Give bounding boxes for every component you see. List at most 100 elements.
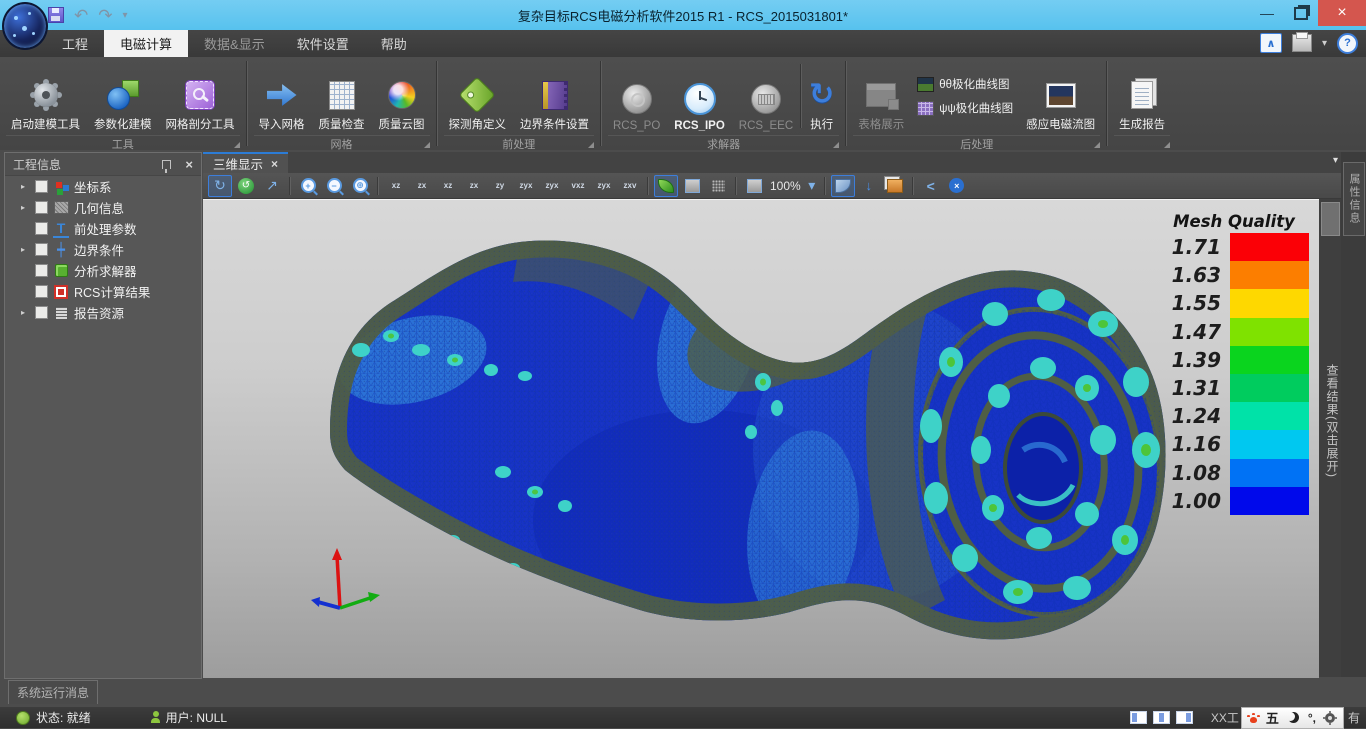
view-iso4-button[interactable]: zyx	[592, 175, 616, 197]
checkbox[interactable]	[35, 201, 48, 214]
view-iso5-button[interactable]: zxv	[618, 175, 642, 197]
shaded-leaf-icon[interactable]	[654, 175, 678, 197]
rcs-eec-button[interactable]: RCS_EEC	[732, 60, 800, 132]
boundary-settings-button[interactable]: 边界条件设置	[513, 60, 596, 132]
rcs-ipo-button[interactable]: RCS_IPO	[667, 60, 732, 132]
points-grid-icon[interactable]	[706, 175, 730, 197]
tag-icon	[459, 77, 496, 114]
help-icon[interactable]: ?	[1337, 33, 1358, 54]
ribbon-group-mesh: 导入网格 质量检查 质量云图 网格	[248, 57, 436, 150]
minimize-button[interactable]: —	[1250, 0, 1284, 26]
property-info-tab[interactable]: 属性信息	[1343, 162, 1365, 236]
tree-item-boundary-conditions[interactable]: ▸ ┿ 边界条件	[5, 239, 201, 260]
checkbox[interactable]	[35, 180, 48, 193]
ime-toolbar[interactable]: 五 °,	[1241, 707, 1344, 729]
layers-icon[interactable]	[883, 175, 907, 197]
tab-em-compute[interactable]: 电磁计算	[104, 30, 188, 57]
rcs-po-button[interactable]: RCS_PO	[606, 60, 667, 132]
mesh-tool-button[interactable]: 网格剖分工具	[159, 60, 242, 132]
results-side-strip[interactable]: 查看结果(双击展开)	[1319, 199, 1341, 677]
table-view-button[interactable]: 表格展示	[851, 60, 911, 132]
close-button[interactable]: ×	[1318, 0, 1366, 26]
tab-close-icon[interactable]: ×	[271, 157, 278, 171]
execute-button[interactable]: ↻ 执行	[802, 60, 841, 132]
expand-arrow-icon[interactable]: ▸	[21, 308, 25, 317]
psi-curve-button[interactable]: ψψ极化曲线图	[917, 100, 1013, 116]
pin-icon[interactable]	[162, 160, 171, 169]
punctuation-label[interactable]: °,	[1308, 711, 1316, 725]
tree-item-rcs-results[interactable]: RCS计算结果	[5, 281, 201, 302]
orbit-refresh-icon[interactable]: ↺	[234, 175, 258, 197]
ime-wubi-label[interactable]: 五	[1266, 708, 1279, 727]
cancel-circle-icon[interactable]: ×	[945, 175, 969, 197]
collapse-ribbon-icon[interactable]: ∧	[1260, 33, 1282, 53]
checkbox[interactable]	[35, 222, 48, 235]
view-xz2-button[interactable]: xz	[436, 175, 460, 197]
tree-item-solver[interactable]: 分析求解器	[5, 260, 201, 281]
system-messages-tab[interactable]: 系统运行消息	[8, 680, 98, 704]
window-style-icon[interactable]	[1292, 34, 1312, 52]
zoom-level-value[interactable]: 100%	[770, 179, 801, 193]
tab-project[interactable]: 工程	[46, 30, 104, 57]
import-mesh-button[interactable]: 导入网格	[252, 60, 312, 132]
tree-item-coordinate-system[interactable]: ▸ 坐标系	[5, 176, 201, 197]
strip-scroll-thumb[interactable]	[1321, 202, 1340, 236]
rotate-view-icon[interactable]: ↻	[208, 175, 232, 197]
zoom-in-icon[interactable]: +	[296, 175, 320, 197]
em-current-map-button[interactable]: 感应电磁流图	[1019, 60, 1102, 132]
moon-icon[interactable]	[1288, 712, 1299, 723]
view-iso2-button[interactable]: zyx	[540, 175, 564, 197]
layout-right-icon[interactable]	[1176, 711, 1193, 724]
arrow-down-icon[interactable]: ↓	[857, 175, 881, 197]
view-xz-button[interactable]: xz	[384, 175, 408, 197]
probe-angle-button[interactable]: 探测角定义	[442, 60, 514, 132]
tab-data-display[interactable]: 数据&显示	[188, 30, 281, 57]
pan-view-icon[interactable]: ↗	[260, 175, 284, 197]
app-logo[interactable]	[2, 2, 48, 50]
tree-item-preprocess-params[interactable]: T 前处理参数	[5, 218, 201, 239]
zoom-fit-icon[interactable]: ⊕	[348, 175, 372, 197]
view-zx-button[interactable]: zx	[410, 175, 434, 197]
text-param-icon: T	[53, 220, 69, 238]
layout-left-icon[interactable]	[1130, 711, 1147, 724]
parametric-modeling-button[interactable]: 参数化建模	[87, 60, 159, 132]
style-caret-icon[interactable]: ▾	[1322, 38, 1327, 49]
checkbox[interactable]	[35, 243, 48, 256]
layout-center-icon[interactable]	[1153, 711, 1170, 724]
menu-bar: 工程 电磁计算 数据&显示 软件设置 帮助	[0, 30, 1366, 57]
viewport-3d[interactable]: Mesh Quality 1.71 1.63 1.55 1.47 1.39 1.…	[203, 199, 1319, 678]
view-iso1-button[interactable]: zyx	[514, 175, 538, 197]
tree-item-report-resources[interactable]: ▸ 报告资源	[5, 302, 201, 323]
tab-help[interactable]: 帮助	[365, 30, 423, 57]
zoom-out-icon[interactable]: −	[322, 175, 346, 197]
restore-button[interactable]	[1284, 0, 1318, 26]
ime-gear-icon[interactable]	[1325, 713, 1335, 723]
quality-cloud-button[interactable]: 质量云图	[372, 60, 432, 132]
wireframe-icon[interactable]	[680, 175, 704, 197]
checkbox[interactable]	[35, 306, 48, 319]
expand-arrow-icon[interactable]: ▸	[21, 182, 25, 191]
share-icon[interactable]: <	[919, 175, 943, 197]
tree-item-geometry-info[interactable]: ▸ 几何信息	[5, 197, 201, 218]
view-zx2-button[interactable]: zx	[462, 175, 486, 197]
tab-settings[interactable]: 软件设置	[281, 30, 365, 57]
tabbar-caret-icon[interactable]: ▾	[1333, 155, 1338, 166]
checkbox[interactable]	[35, 285, 48, 298]
zoom-level-caret-icon[interactable]: ▾	[805, 175, 819, 197]
expand-arrow-icon[interactable]: ▸	[21, 203, 25, 212]
panel-close-icon[interactable]: ×	[185, 157, 193, 172]
launch-modeler-button[interactable]: 启动建模工具	[4, 60, 87, 132]
zoom-box-icon[interactable]	[742, 175, 766, 197]
generate-report-button[interactable]: 生成报告	[1112, 60, 1172, 132]
quality-check-button[interactable]: 质量检查	[312, 60, 372, 132]
solver-po-icon	[622, 84, 652, 114]
view-zy-button[interactable]: zy	[488, 175, 512, 197]
expand-arrow-icon[interactable]: ▸	[21, 245, 25, 254]
checkbox[interactable]	[35, 264, 48, 277]
view-iso3-button[interactable]: vxz	[566, 175, 590, 197]
view-results-label[interactable]: 查看结果(双击展开)	[1319, 364, 1341, 478]
theta-curve-button[interactable]: θθ极化曲线图	[917, 76, 1013, 92]
select-region-icon[interactable]	[831, 175, 855, 197]
tab-3d-display[interactable]: 三维显示 ×	[203, 152, 288, 173]
ime-logo-icon[interactable]	[1250, 717, 1257, 723]
